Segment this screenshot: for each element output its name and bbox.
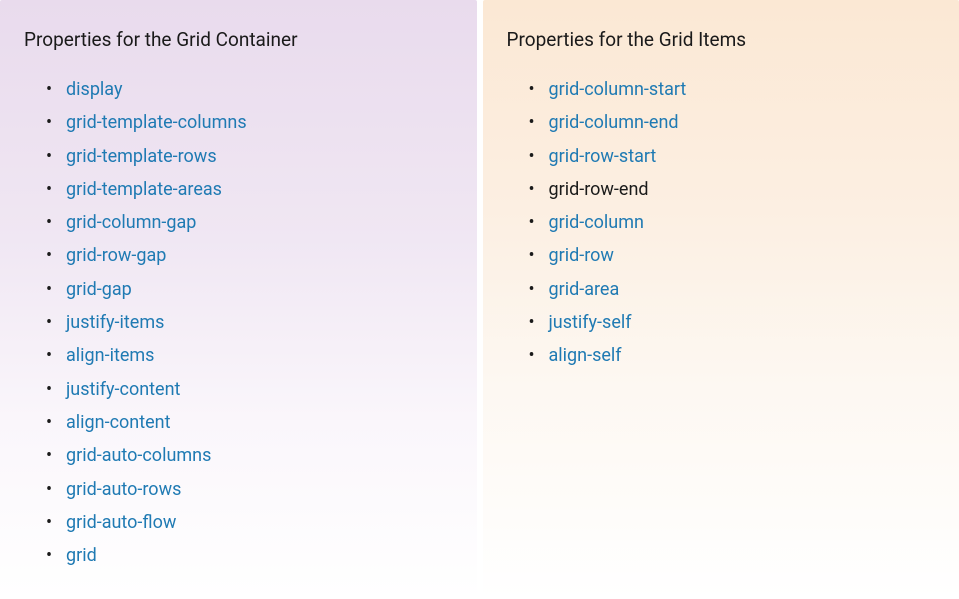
grid-container-heading: Properties for the Grid Container bbox=[24, 28, 453, 51]
property-link[interactable]: grid-row-gap bbox=[66, 245, 166, 266]
list-item: grid-row-start bbox=[549, 140, 936, 173]
grid-container-panel: Properties for the Grid Container displa… bbox=[0, 0, 477, 599]
list-item: grid-auto-columns bbox=[66, 439, 453, 472]
list-item: grid-row bbox=[549, 239, 936, 272]
property-link[interactable]: grid-template-columns bbox=[66, 112, 247, 133]
list-item: justify-items bbox=[66, 306, 453, 339]
property-link[interactable]: grid-template-areas bbox=[66, 179, 222, 200]
property-link[interactable]: grid bbox=[66, 545, 97, 566]
list-item: grid-row-gap bbox=[66, 239, 453, 272]
list-item: grid-auto-flow bbox=[66, 506, 453, 539]
list-item: grid bbox=[66, 539, 453, 572]
property-link[interactable]: grid-area bbox=[549, 279, 620, 300]
property-link[interactable]: grid-auto-columns bbox=[66, 445, 211, 466]
list-item: justify-self bbox=[549, 306, 936, 339]
list-item: grid-auto-rows bbox=[66, 473, 453, 506]
grid-items-heading: Properties for the Grid Items bbox=[507, 28, 936, 51]
list-item: align-content bbox=[66, 406, 453, 439]
property-link[interactable]: justify-items bbox=[66, 312, 164, 333]
list-item: grid-template-areas bbox=[66, 173, 453, 206]
property-link[interactable]: justify-content bbox=[66, 379, 180, 400]
list-item: grid-column bbox=[549, 206, 936, 239]
property-link[interactable]: grid-row-start bbox=[549, 146, 657, 167]
property-link[interactable]: grid-column-end bbox=[549, 112, 679, 133]
property-link[interactable]: grid-column-start bbox=[549, 79, 687, 100]
list-item: grid-template-rows bbox=[66, 140, 453, 173]
list-item: align-self bbox=[549, 339, 936, 372]
list-item: grid-template-columns bbox=[66, 106, 453, 139]
list-item: justify-content bbox=[66, 373, 453, 406]
property-text: grid-row-end bbox=[549, 179, 649, 200]
list-item: grid-gap bbox=[66, 273, 453, 306]
list-item: grid-column-end bbox=[549, 106, 936, 139]
property-link[interactable]: grid-template-rows bbox=[66, 146, 217, 167]
grid-items-panel: Properties for the Grid Items grid-colum… bbox=[483, 0, 959, 599]
property-link[interactable]: align-items bbox=[66, 345, 154, 366]
property-link[interactable]: grid-column bbox=[549, 212, 644, 233]
property-link[interactable]: justify-self bbox=[549, 312, 632, 333]
list-item: grid-row-end bbox=[549, 173, 936, 206]
property-link[interactable]: grid-gap bbox=[66, 279, 132, 300]
property-link[interactable]: grid-auto-rows bbox=[66, 479, 181, 500]
list-item: grid-area bbox=[549, 273, 936, 306]
property-link[interactable]: display bbox=[66, 79, 122, 100]
list-item: display bbox=[66, 73, 453, 106]
list-item: align-items bbox=[66, 339, 453, 372]
list-item: grid-column-gap bbox=[66, 206, 453, 239]
property-link[interactable]: grid-column-gap bbox=[66, 212, 196, 233]
property-link[interactable]: grid-row bbox=[549, 245, 614, 266]
property-link[interactable]: align-self bbox=[549, 345, 622, 366]
grid-items-property-list: grid-column-start grid-column-end grid-row… bbox=[507, 73, 936, 373]
grid-container-property-list: display grid-template-columns grid-templat… bbox=[24, 73, 453, 572]
property-link[interactable]: align-content bbox=[66, 412, 170, 433]
property-link[interactable]: grid-auto-flow bbox=[66, 512, 176, 533]
list-item: grid-column-start bbox=[549, 73, 936, 106]
